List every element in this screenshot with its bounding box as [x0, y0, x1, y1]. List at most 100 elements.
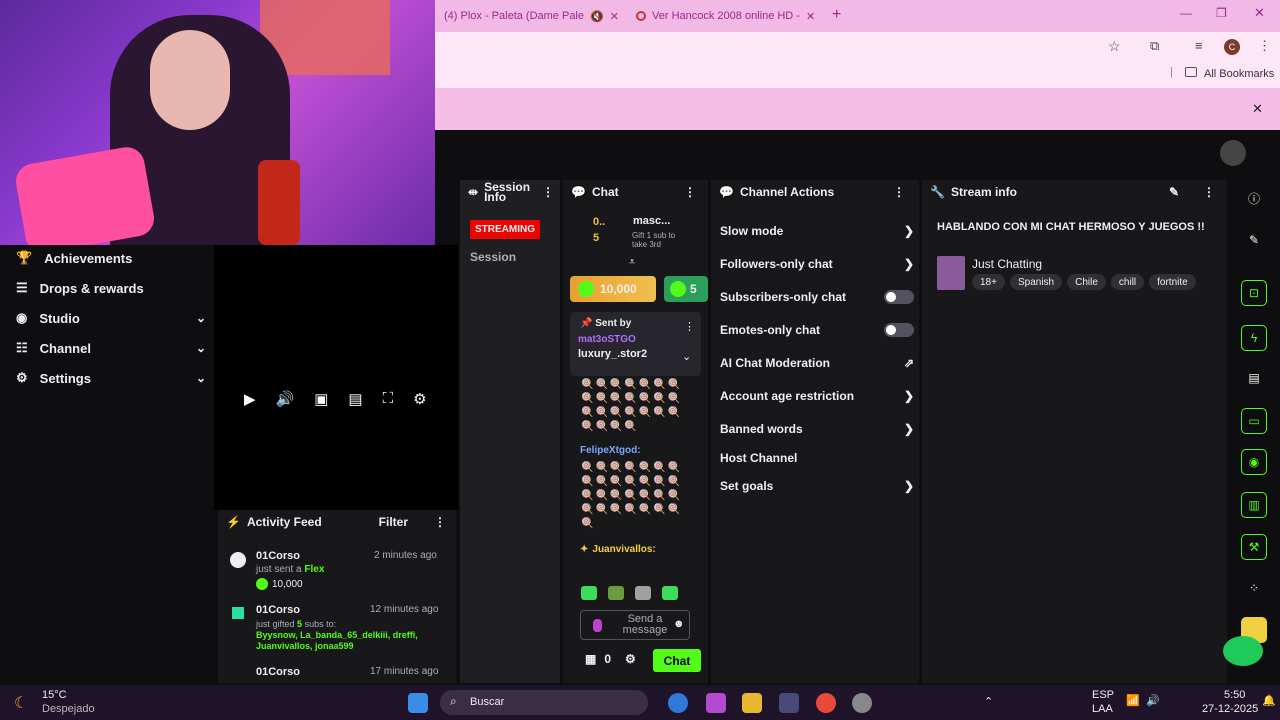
menu-icon[interactable]: ⋮ — [1258, 38, 1271, 54]
star-icon[interactable]: ☆ — [1108, 38, 1121, 55]
browser-tab[interactable]: Ver Hancock 2008 online HD - ✕ — [636, 4, 816, 28]
category-thumbnail[interactable] — [937, 256, 965, 290]
close-window-icon[interactable]: ✕ — [1254, 5, 1265, 21]
broadcast-icon[interactable]: ◉ — [1241, 449, 1267, 475]
stream-category[interactable]: Just Chatting — [972, 257, 1042, 271]
action-subscribers-only[interactable]: Subscribers-only chat — [720, 290, 914, 304]
more-icon[interactable]: ⋮ — [684, 185, 696, 199]
restore-icon[interactable]: ❐ — [1216, 6, 1227, 20]
tag[interactable]: fortnite — [1149, 274, 1196, 290]
toggle-switch[interactable] — [884, 290, 914, 304]
emoji-icon[interactable]: ☻ — [673, 618, 685, 630]
edit-icon[interactable]: ✎ — [1169, 185, 1179, 199]
weather-temp[interactable]: 15°C — [42, 689, 67, 701]
clip-icon[interactable]: ⊡ — [1241, 280, 1267, 306]
theater-icon[interactable]: ▤ — [348, 390, 362, 408]
user-avatar[interactable] — [1220, 140, 1246, 166]
taskbar-search[interactable]: ⌕ Buscar — [440, 690, 648, 715]
close-tab-icon[interactable]: ✕ — [610, 10, 618, 23]
tag[interactable]: chill — [1110, 274, 1145, 290]
kicks-badge[interactable]: 10,000 — [570, 276, 656, 302]
chat-username[interactable]: FelipeXtgod: — [580, 445, 641, 456]
more-icon[interactable]: ⋮ — [684, 320, 695, 333]
pip-icon[interactable]: ▣ — [314, 390, 328, 408]
lightning-icon[interactable]: ϟ — [1241, 325, 1267, 351]
media-icon[interactable]: ≡ — [1195, 38, 1203, 53]
wifi-icon[interactable]: 📶 — [1126, 694, 1140, 707]
action-slow-mode[interactable]: Slow mode ❯ — [720, 224, 914, 238]
tag[interactable]: Chile — [1067, 274, 1106, 290]
new-tab-icon[interactable]: + — [832, 6, 841, 24]
all-bookmarks[interactable]: All Bookmarks — [1204, 68, 1274, 80]
tag[interactable]: 18+ — [972, 274, 1005, 290]
tray-chevron-icon[interactable]: ⌃ — [984, 695, 993, 708]
wrench-icon[interactable]: ⚒ — [1241, 534, 1267, 560]
settings-icon[interactable]: ⚙ — [413, 390, 426, 408]
layout-icon[interactable]: ▥ — [1241, 492, 1267, 518]
nav-studio[interactable]: ◉ Studio ⌄ — [16, 303, 206, 333]
more-icon[interactable]: ⋮ — [893, 185, 905, 199]
mic-icon[interactable] — [593, 619, 602, 632]
collapse-icon[interactable]: ⩡ — [629, 256, 635, 269]
mute-icon[interactable]: 🔇 — [590, 10, 604, 23]
session-tab[interactable]: Session — [470, 250, 516, 264]
explorer-icon[interactable] — [742, 693, 762, 713]
chevron-down-icon[interactable]: ⌄ — [682, 350, 691, 363]
activity-user[interactable]: 01Corso — [256, 550, 300, 562]
store-icon[interactable] — [779, 693, 799, 713]
emote-icon[interactable] — [608, 586, 624, 600]
action-host-channel[interactable]: Host Channel — [720, 451, 914, 465]
activity-user[interactable]: 01Corso — [256, 604, 300, 616]
action-ai-moderation[interactable]: AI Chat Moderation ⇗ — [720, 356, 914, 370]
obs-icon[interactable] — [852, 693, 872, 713]
action-banned-words[interactable]: Banned words ❯ — [720, 422, 914, 436]
notes-icon[interactable]: ▤ — [1241, 365, 1267, 391]
pin-user[interactable]: mat3oSTGO — [578, 334, 636, 345]
action-followers-only[interactable]: Followers-only chat ❯ — [720, 257, 914, 271]
browser-tab[interactable]: (4) Plox - Paleta (Dame Pale 🔇 ✕ — [438, 4, 618, 28]
windows-start-icon[interactable] — [408, 693, 428, 713]
fullscreen-icon[interactable]: ⛶ — [383, 390, 394, 408]
more-icon[interactable]: ⋮ — [1203, 185, 1215, 199]
clock-time[interactable]: 5:50 — [1224, 689, 1245, 701]
edge-icon[interactable] — [668, 693, 688, 713]
more-icon[interactable]: ⋮ — [434, 515, 446, 529]
emote-icon[interactable] — [662, 586, 678, 600]
minimize-icon[interactable]: — — [1180, 6, 1192, 20]
language-code[interactable]: ESP — [1092, 689, 1114, 701]
action-emotes-only[interactable]: Emotes-only chat — [720, 323, 914, 337]
leaderboard-user[interactable]: masc... — [633, 215, 670, 227]
chrome-icon[interactable] — [816, 693, 836, 713]
nav-settings[interactable]: ⚙ Settings ⌄ — [16, 363, 206, 393]
action-set-goals[interactable]: Set goals ❯ — [720, 479, 914, 493]
nav-drops[interactable]: ☰ Drops & rewards — [16, 273, 206, 303]
extensions-icon[interactable]: ⧉ — [1150, 38, 1159, 54]
send-chat-button[interactable]: Chat — [653, 649, 701, 672]
filter-button[interactable]: Filter — [379, 515, 408, 529]
chat-input[interactable]: Send a message ☻ — [580, 610, 690, 640]
notification-icon[interactable]: 🔔 — [1262, 694, 1276, 707]
kicks-badge[interactable]: 5 — [664, 276, 708, 302]
nav-achievements[interactable]: 🏆 Achievements — [16, 243, 206, 273]
kick-assistant-button[interactable] — [1223, 636, 1263, 666]
gear-icon[interactable]: ⚙ — [625, 652, 636, 666]
close-infobar-icon[interactable]: ✕ — [1252, 101, 1263, 117]
drag-handle-icon[interactable]: ⇹ — [468, 186, 478, 198]
edit-icon[interactable]: ✎ — [1241, 227, 1267, 253]
emote-icon[interactable] — [635, 586, 651, 600]
chat-username[interactable]: Juanvivallos: — [592, 544, 655, 555]
profile-avatar[interactable]: C — [1224, 39, 1240, 55]
play-icon[interactable]: ▶ — [244, 390, 256, 408]
close-tab-icon[interactable]: ✕ — [806, 10, 815, 23]
nav-channel[interactable]: ☷ Channel ⌄ — [16, 333, 206, 363]
video-player[interactable]: ▶ 🔊 ▣ ▤ ⛶ ⚙ — [214, 245, 458, 510]
volume-icon[interactable]: 🔊 — [276, 390, 295, 408]
apps-icon[interactable]: ⁘ — [1241, 575, 1267, 601]
action-account-age[interactable]: Account age restriction ❯ — [720, 389, 914, 403]
copilot-icon[interactable] — [706, 693, 726, 713]
more-icon[interactable]: ⋮ — [542, 186, 554, 198]
store-icon[interactable]: ▦ — [585, 652, 596, 666]
activity-user[interactable]: 01Corso — [256, 666, 300, 678]
volume-icon[interactable]: 🔊 — [1146, 694, 1160, 707]
info-icon[interactable]: ⓘ — [1241, 185, 1267, 211]
